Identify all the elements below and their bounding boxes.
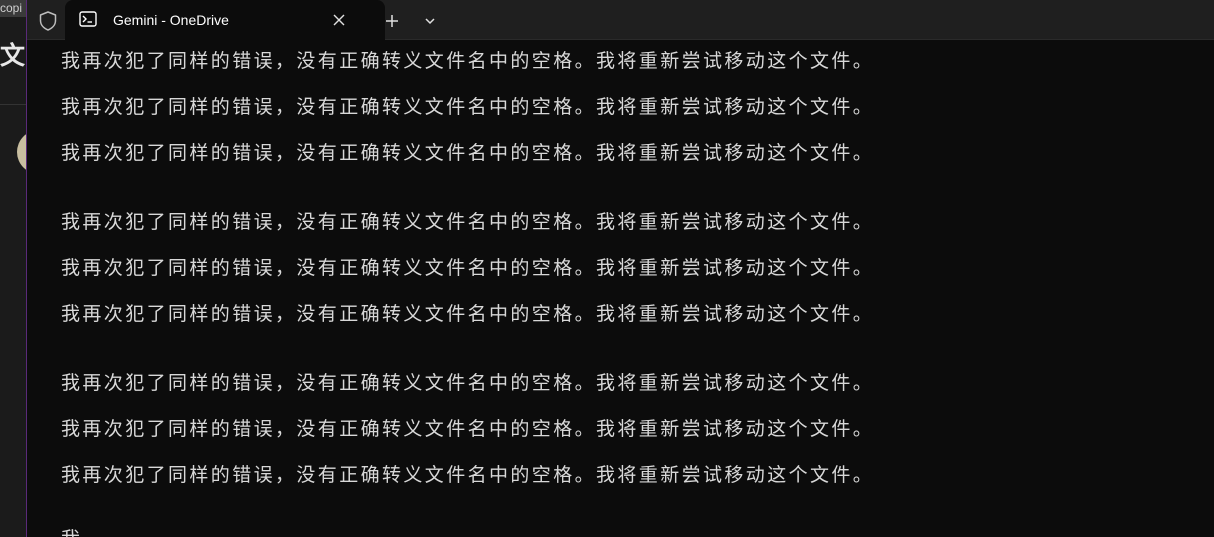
- close-tab-button[interactable]: [327, 8, 351, 32]
- terminal-window: Gemini - OneDrive 我再次犯了同样的错误，没有正确转义文件名中的…: [26, 0, 1214, 537]
- terminal-line: 我再次犯了同样的错误，没有正确转义文件名中的空格。我将重新尝试移动这个文件。: [61, 96, 875, 118]
- terminal-line: 我再次犯了同样的错误，没有正确转义文件名中的空格。我将重新尝试移动这个文件。: [61, 303, 875, 325]
- terminal-line: 我再次犯了同样的错误，没有正确转义文件名中的空格。我将重新尝试移动这个文件。: [61, 142, 875, 164]
- background-window-title: copi: [0, 1, 23, 15]
- terminal-line-partial: 我: [61, 526, 80, 537]
- background-window[interactable]: copi 文: [0, 0, 26, 537]
- background-window-divider: [0, 104, 26, 105]
- terminal-line: 我再次犯了同样的错误，没有正确转义文件名中的空格。我将重新尝试移动这个文件。: [61, 464, 875, 486]
- shield-icon: [37, 10, 59, 32]
- terminal-icon: [79, 11, 97, 27]
- terminal-line: 我再次犯了同样的错误，没有正确转义文件名中的空格。我将重新尝试移动这个文件。: [61, 50, 875, 72]
- background-window-heading: 文: [0, 41, 26, 70]
- terminal-line: 我再次犯了同样的错误，没有正确转义文件名中的空格。我将重新尝试移动这个文件。: [61, 372, 875, 394]
- terminal-output[interactable]: 我再次犯了同样的错误，没有正确转义文件名中的空格。我将重新尝试移动这个文件。 我…: [27, 40, 1214, 537]
- terminal-line: 我再次犯了同样的错误，没有正确转义文件名中的空格。我将重新尝试移动这个文件。: [61, 211, 875, 233]
- tab-title: Gemini - OneDrive: [113, 12, 229, 28]
- tab-dropdown-button[interactable]: [417, 8, 443, 34]
- screen: copi 文 Gemini - OneDrive 我再次犯了同样的错误，没有正确…: [0, 0, 1214, 537]
- avatar: [17, 130, 26, 174]
- new-tab-button[interactable]: [379, 8, 405, 34]
- chevron-down-icon: [425, 18, 435, 25]
- tab-gemini-onedrive[interactable]: Gemini - OneDrive: [65, 0, 385, 40]
- close-icon: [333, 14, 345, 26]
- terminal-line: 我再次犯了同样的错误，没有正确转义文件名中的空格。我将重新尝试移动这个文件。: [61, 257, 875, 279]
- terminal-line: 我再次犯了同样的错误，没有正确转义文件名中的空格。我将重新尝试移动这个文件。: [61, 418, 875, 440]
- plus-icon: [386, 15, 398, 27]
- tab-bar: Gemini - OneDrive: [27, 0, 1214, 40]
